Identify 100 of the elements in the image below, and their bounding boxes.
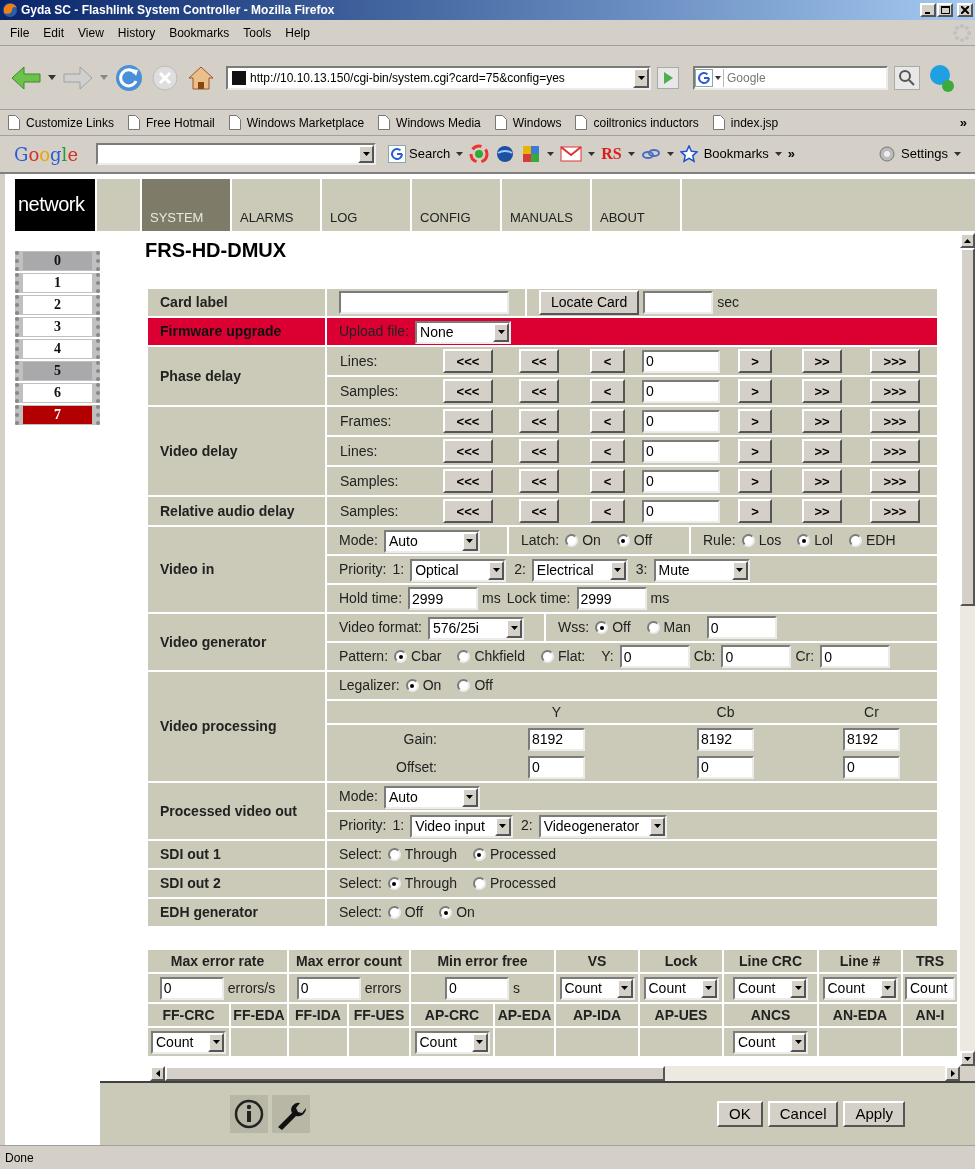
bookmark-link[interactable]: Windows — [512, 113, 562, 132]
input-field[interactable]: 0 — [721, 645, 792, 668]
step-button[interactable]: >>> — [870, 469, 920, 494]
menu-item[interactable]: History — [110, 23, 163, 42]
bookmark-link[interactable]: Customize Links — [26, 113, 115, 132]
step-button[interactable]: >> — [802, 439, 842, 464]
dropdown[interactable]: Count — [905, 976, 955, 1000]
input-field[interactable]: 0 — [820, 645, 891, 668]
step-button[interactable]: <<< — [443, 379, 493, 404]
input-field[interactable]: 0 — [642, 499, 720, 523]
step-button[interactable]: < — [590, 409, 625, 434]
menu-item[interactable]: File — [3, 23, 37, 42]
step-button[interactable]: < — [590, 349, 625, 374]
step-button[interactable]: <<< — [443, 469, 493, 494]
radio-button[interactable] — [848, 534, 862, 547]
dropdown[interactable]: Videogenerator — [538, 814, 668, 838]
input-field[interactable]: 8192 — [843, 727, 900, 751]
dropdown[interactable]: Count — [414, 1030, 490, 1054]
radio-button[interactable] — [797, 534, 811, 547]
menu-item[interactable]: Edit — [36, 23, 72, 42]
step-button[interactable]: << — [519, 439, 559, 464]
dropdown[interactable]: Auto — [383, 529, 480, 553]
radio-button[interactable] — [595, 621, 609, 634]
card-slot[interactable]: 4 — [23, 340, 92, 358]
input-field[interactable]: 0 — [642, 469, 720, 493]
dropdown[interactable]: Auto — [383, 785, 480, 809]
step-button[interactable]: >> — [802, 379, 842, 404]
radio-button[interactable] — [616, 534, 630, 547]
vertical-scrollbar[interactable] — [960, 233, 975, 1066]
input-field[interactable]: 2999 — [408, 587, 479, 610]
horizontal-scrollbar[interactable] — [150, 1066, 960, 1081]
link-icon[interactable] — [640, 146, 661, 162]
dropdown[interactable]: Count — [559, 976, 635, 1000]
input-field[interactable] — [339, 291, 509, 314]
step-button[interactable]: > — [738, 379, 772, 404]
input-field[interactable]: 0 — [642, 349, 720, 373]
dropdown[interactable]: Count — [733, 976, 808, 1000]
radio-button[interactable] — [541, 650, 554, 663]
step-button[interactable]: < — [590, 439, 625, 464]
nav-tab[interactable]: ALARMS — [232, 179, 320, 231]
input-field[interactable]: 0 — [445, 976, 509, 1000]
dropdown[interactable]: 576/25i — [428, 616, 524, 640]
down-arrow-icon[interactable] — [964, 1056, 971, 1061]
input-field[interactable]: 0 — [619, 645, 690, 668]
step-button[interactable]: > — [738, 439, 772, 464]
caret-icon[interactable] — [954, 152, 961, 156]
radio-button[interactable] — [405, 679, 419, 692]
wrench-icon[interactable] — [272, 1095, 310, 1133]
more-button[interactable]: » — [787, 144, 795, 164]
radio-button[interactable] — [439, 906, 453, 919]
radio-button[interactable] — [387, 877, 401, 890]
step-button[interactable]: >>> — [870, 349, 920, 374]
radio-button[interactable] — [457, 679, 471, 692]
input-field[interactable]: 0 — [642, 439, 720, 463]
caret-icon[interactable] — [666, 152, 674, 156]
address-bar[interactable]: http://10.10.13.150/cgi-bin/system.cgi?card=75&config=yes — [226, 65, 651, 90]
step-button[interactable]: <<< — [443, 409, 493, 434]
step-button[interactable]: >>> — [870, 499, 920, 524]
menu-item[interactable]: Tools — [236, 23, 279, 42]
dialog-button[interactable]: Apply — [843, 1101, 905, 1127]
bookmark-link[interactable]: index.jsp — [730, 113, 779, 132]
dialog-button[interactable]: OK — [717, 1101, 763, 1127]
step-button[interactable]: <<< — [443, 349, 493, 374]
settings-icon[interactable] — [879, 146, 895, 162]
bookmark-link[interactable]: coiltronics inductors — [593, 113, 699, 132]
step-button[interactable]: << — [519, 409, 559, 434]
input-field[interactable]: 0 — [528, 755, 585, 779]
step-button[interactable]: > — [738, 349, 772, 374]
step-button[interactable]: >>> — [870, 409, 920, 434]
radio-button[interactable] — [457, 650, 471, 663]
input-field[interactable]: 0 — [296, 976, 361, 1000]
dropdown[interactable]: Mute — [653, 558, 750, 582]
nav-tab[interactable]: SYSTEM — [142, 179, 230, 231]
dropdown[interactable]: Count — [822, 976, 898, 1000]
search-icon[interactable] — [894, 65, 920, 90]
radio-button[interactable] — [472, 848, 486, 861]
step-button[interactable]: > — [738, 409, 772, 434]
step-button[interactable]: >> — [802, 499, 842, 524]
step-button[interactable]: > — [738, 469, 772, 494]
dropdown[interactable]: Count — [733, 1030, 808, 1054]
dropdown[interactable]: Electrical — [531, 558, 628, 582]
minimize-button[interactable] — [920, 3, 936, 17]
reload-icon[interactable] — [114, 62, 144, 93]
input-field[interactable]: 2999 — [576, 587, 647, 610]
card-slot[interactable]: 5 — [23, 362, 92, 380]
input-field[interactable]: 0 — [642, 379, 720, 403]
search-field[interactable]: Google — [693, 65, 888, 90]
radio-button[interactable] — [741, 534, 755, 547]
step-button[interactable]: >>> — [870, 379, 920, 404]
input-field[interactable]: 8192 — [528, 727, 585, 751]
search-button[interactable]: Search — [409, 144, 451, 164]
step-button[interactable]: << — [519, 499, 559, 524]
input-field[interactable] — [643, 291, 714, 314]
input-field[interactable]: 8192 — [697, 727, 754, 751]
info-icon[interactable] — [230, 1095, 268, 1133]
nav-tab[interactable]: CONFIG — [412, 179, 500, 231]
step-button[interactable]: <<< — [443, 439, 493, 464]
menu-item[interactable]: View — [71, 23, 111, 42]
star-icon[interactable] — [679, 145, 698, 163]
nav-tab[interactable]: MANUALS — [502, 179, 590, 231]
